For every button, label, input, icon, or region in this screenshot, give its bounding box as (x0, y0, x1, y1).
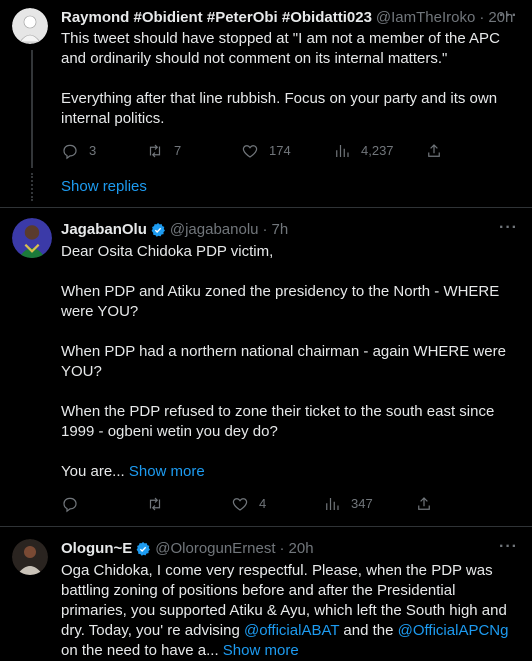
separator-dot: · (279, 540, 285, 557)
like-count: 4 (259, 496, 267, 511)
retweet-icon (149, 497, 161, 511)
reply-count: 3 (89, 143, 97, 158)
separator-dot: · (262, 221, 268, 238)
tweet-text: Dear Osita Chidoka PDP victim, When PDP … (61, 242, 516, 482)
tweet-2[interactable]: JagabanOlu @jagabanolu · 7h Dear Osita C… (0, 208, 532, 514)
separator-dot: · (479, 9, 485, 26)
tweet-paragraph: When PDP and Atiku zoned the presidency … (61, 283, 500, 320)
tweet-paragraph: This tweet should have stopped at "I am … (61, 30, 500, 67)
reply-icon (63, 144, 77, 160)
tweet-text-part: and the (339, 622, 398, 639)
tweet-paragraph-truncated: You are... Show more (61, 462, 516, 482)
views-button[interactable]: 347 (323, 494, 415, 514)
avatar[interactable] (12, 8, 48, 44)
author-handle[interactable]: @IamTheIroko (376, 8, 475, 28)
views-icon (336, 145, 349, 157)
tweet-content: Ologun~E @OlorogunErnest · 20h Oga Chido… (61, 539, 516, 661)
author-name[interactable]: Raymond #Obidient #PeterObi #Obidatti023 (61, 8, 372, 28)
tweet-actions: 4 347 (61, 494, 516, 514)
thread-dots (31, 173, 33, 201)
tweet-actions: 3 7 174 4,237 (61, 141, 516, 161)
author-name[interactable]: Ologun~E (61, 539, 132, 559)
reply-button[interactable]: 3 (61, 141, 146, 161)
retweet-button[interactable] (146, 495, 231, 513)
views-button[interactable]: 4,237 (333, 141, 425, 161)
tweet-paragraph: When PDP had a northern national chairma… (61, 343, 506, 380)
timestamp[interactable]: 7h (272, 220, 289, 240)
tweet-3[interactable]: Ologun~E @OlorogunErnest · 20h Oga Chido… (0, 527, 532, 661)
tweet-header: Raymond #Obidient #PeterObi #Obidatti023… (61, 8, 516, 28)
tweet-header: Ologun~E @OlorogunErnest · 20h (61, 539, 516, 559)
timestamp[interactable]: 20h (289, 539, 314, 559)
share-button[interactable] (415, 495, 433, 513)
truncated-text: You are... (61, 463, 125, 480)
retweet-count: 7 (174, 143, 182, 158)
avatar-column (12, 8, 52, 168)
avatar-column (12, 539, 52, 661)
mention-link[interactable]: @OfficialAPCNg (398, 622, 509, 639)
retweet-button[interactable]: 7 (146, 141, 241, 161)
tweet-paragraph: Oga Chidoka, I come very respectful. Ple… (61, 561, 516, 661)
share-button[interactable] (425, 142, 443, 160)
views-icon (326, 498, 339, 510)
more-options-button[interactable]: ··· (499, 6, 518, 26)
views-count: 4,237 (361, 143, 394, 158)
more-options-button[interactable]: ··· (499, 218, 518, 238)
like-button[interactable]: 4 (231, 494, 323, 514)
tweet-content: JagabanOlu @jagabanolu · 7h Dear Osita C… (61, 220, 516, 514)
verified-badge-icon (136, 542, 151, 556)
tweet-1[interactable]: Raymond #Obidient #PeterObi #Obidatti023… (0, 0, 532, 168)
tweet-header: JagabanOlu @jagabanolu · 7h (61, 220, 516, 240)
reply-icon (63, 497, 77, 513)
mention-link[interactable]: @officialABAT (244, 622, 339, 639)
tweet-paragraph: Everything after that line rubbish. Focu… (61, 90, 498, 127)
tweet-text: This tweet should have stopped at "I am … (61, 29, 516, 129)
tweet-paragraph: When the PDP refused to zone their ticke… (61, 403, 495, 440)
retweet-icon (149, 144, 161, 158)
avatar[interactable] (12, 218, 52, 258)
show-more-link[interactable]: Show more (129, 463, 205, 480)
thread-line (31, 50, 33, 168)
author-handle[interactable]: @OlorogunErnest (155, 539, 275, 559)
reply-button[interactable] (61, 495, 146, 513)
views-count: 347 (351, 496, 373, 511)
avatar[interactable] (12, 539, 48, 575)
avatar-column (12, 218, 52, 514)
tweet-content: Raymond #Obidient #PeterObi #Obidatti023… (61, 8, 516, 161)
author-handle[interactable]: @jagabanolu (170, 220, 259, 240)
tweet-text-part: on the need to have a... (61, 642, 219, 659)
share-icon (418, 497, 430, 510)
show-replies-link[interactable]: Show replies (0, 167, 532, 207)
tweet-text: Oga Chidoka, I come very respectful. Ple… (61, 561, 516, 661)
verified-badge-icon (151, 223, 165, 237)
share-icon (428, 144, 440, 157)
author-name[interactable]: JagabanOlu (61, 220, 147, 240)
heart-icon (232, 498, 248, 511)
show-more-link[interactable]: Show more (223, 642, 299, 659)
heart-icon (242, 145, 258, 158)
tweet-paragraph: Dear Osita Chidoka PDP victim, (61, 243, 274, 260)
more-options-button[interactable]: ··· (499, 537, 518, 557)
like-count: 174 (269, 143, 291, 158)
like-button[interactable]: 174 (241, 141, 333, 161)
show-replies-label[interactable]: Show replies (61, 178, 147, 195)
